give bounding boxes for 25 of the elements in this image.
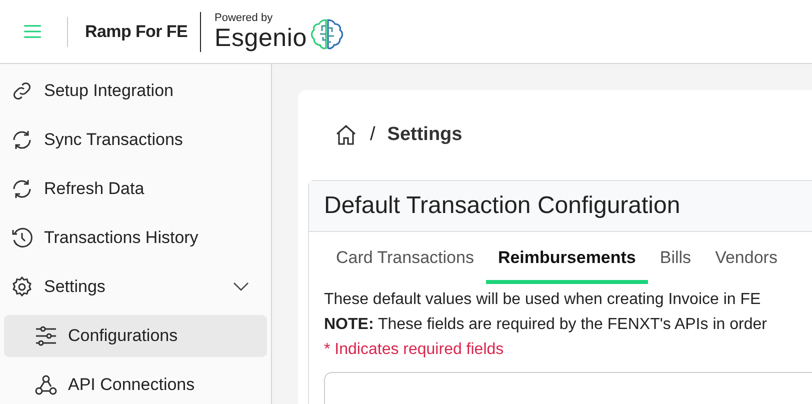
settings-icon bbox=[10, 275, 34, 299]
description-text: These default values will be used when creating Invoice in FE bbox=[324, 291, 762, 309]
tab[interactable]: Vendors bbox=[703, 238, 790, 284]
app-name: Ramp For FE bbox=[85, 22, 188, 42]
note-text: NOTE: These fields are required by the FENXT's APIs in order bbox=[324, 316, 768, 334]
sidebar-subitem[interactable]: API Connections bbox=[4, 364, 267, 404]
history-icon bbox=[10, 226, 34, 250]
tab[interactable]: Card Transactions bbox=[324, 238, 486, 284]
sidebar-item[interactable]: Sync Transactions bbox=[4, 119, 267, 161]
card-title: Default Transaction Configuration bbox=[324, 192, 680, 220]
powered-by-text: Powered by bbox=[214, 12, 274, 24]
breadcrumb-current: Settings bbox=[387, 124, 462, 146]
home-icon[interactable] bbox=[334, 123, 358, 147]
breadcrumb-separator: / bbox=[370, 124, 376, 146]
sidebar-item[interactable]: Settings bbox=[4, 266, 267, 308]
sidebar-item[interactable]: Refresh Data bbox=[4, 168, 267, 210]
tab[interactable]: Bills bbox=[648, 238, 704, 284]
sidebar-item[interactable]: Transactions History bbox=[4, 217, 267, 259]
tab[interactable]: Reimbursements bbox=[486, 238, 648, 284]
required-fields-hint: * Indicates required fields bbox=[324, 341, 505, 359]
sidebar-item[interactable]: Setup Integration bbox=[4, 70, 267, 112]
brand-name: Esgenio bbox=[214, 26, 307, 50]
sidebar-subitem[interactable]: Configurations bbox=[4, 315, 267, 357]
webhook-icon bbox=[34, 373, 58, 397]
sliders-icon bbox=[34, 324, 58, 348]
